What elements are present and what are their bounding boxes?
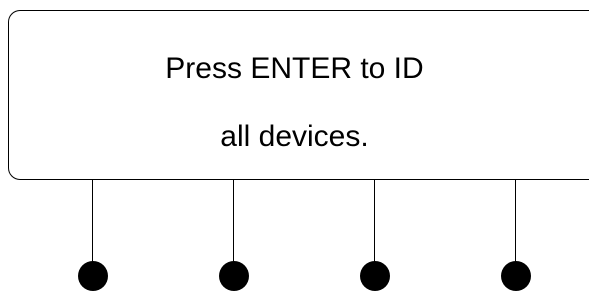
softkey-4-connector <box>515 180 516 271</box>
softkey-1-button[interactable] <box>78 261 108 291</box>
display-line-1: Press ENTER to ID <box>165 52 424 85</box>
softkey-2-connector <box>233 180 234 271</box>
softkey-4-button[interactable] <box>501 261 531 291</box>
softkey-3-button[interactable] <box>360 261 390 291</box>
display-line-2: all devices. <box>220 120 369 153</box>
softkey-3-connector <box>374 180 375 271</box>
softkey-1-connector <box>92 180 93 271</box>
softkey-2-button[interactable] <box>219 261 249 291</box>
